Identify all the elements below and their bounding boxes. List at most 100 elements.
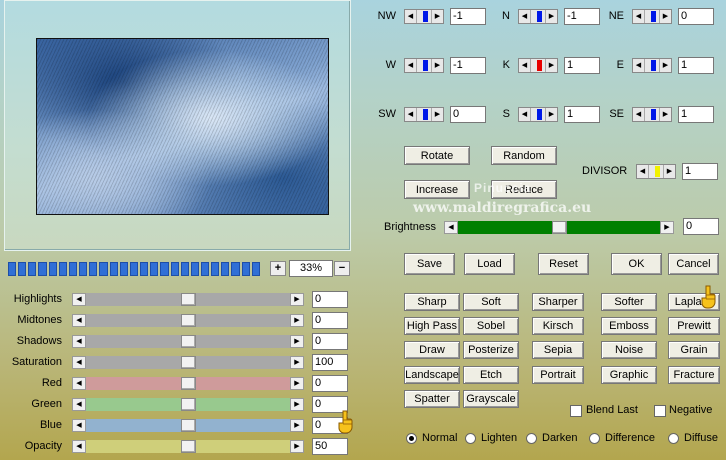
- right-arrow-icon[interactable]: ▶: [545, 10, 557, 23]
- blend-diffuse-radio[interactable]: [668, 433, 679, 444]
- left-arrow-icon[interactable]: ◀: [519, 108, 531, 121]
- matrix-ne-input[interactable]: 0: [678, 8, 714, 25]
- sharper-button[interactable]: Sharper: [532, 293, 584, 311]
- right-arrow-icon[interactable]: ▶: [659, 108, 671, 121]
- red-left-arrow-icon[interactable]: ◀: [72, 377, 86, 390]
- matrix-sw-input[interactable]: 0: [450, 106, 486, 123]
- matrix-nw-input[interactable]: -1: [450, 8, 486, 25]
- highlights-slider[interactable]: [86, 293, 290, 306]
- highlights-right-arrow-icon[interactable]: ▶: [290, 293, 304, 306]
- portrait-button[interactable]: Portrait: [532, 366, 584, 384]
- saturation-thumb[interactable]: [181, 356, 196, 369]
- highlights-left-arrow-icon[interactable]: ◀: [72, 293, 86, 306]
- noise-button[interactable]: Noise: [601, 341, 657, 359]
- right-arrow-icon[interactable]: ▶: [545, 108, 557, 121]
- matrix-se-spinner[interactable]: ◀ ▶: [632, 107, 672, 122]
- right-arrow-icon[interactable]: ▶: [545, 59, 557, 72]
- brightness-value[interactable]: 0: [683, 218, 719, 235]
- right-arrow-icon[interactable]: ▶: [431, 10, 443, 23]
- matrix-s-input[interactable]: 1: [564, 106, 600, 123]
- negative-checkbox[interactable]: [654, 405, 666, 417]
- green-slider[interactable]: [86, 398, 290, 411]
- blue-slider[interactable]: [86, 419, 290, 432]
- blend-normal-radio[interactable]: [406, 433, 417, 444]
- opacity-left-arrow-icon[interactable]: ◀: [72, 440, 86, 453]
- right-arrow-icon[interactable]: ▶: [663, 165, 675, 178]
- brightness-slider[interactable]: [458, 221, 660, 234]
- left-arrow-icon[interactable]: ◀: [405, 59, 417, 72]
- kirsch-button[interactable]: Kirsch: [532, 317, 584, 335]
- reset-button[interactable]: Reset: [538, 253, 589, 275]
- saturation-slider[interactable]: [86, 356, 290, 369]
- sharp-button[interactable]: Sharp: [404, 293, 460, 311]
- matrix-se-input[interactable]: 1: [678, 106, 714, 123]
- blue-thumb[interactable]: [181, 419, 196, 432]
- right-arrow-icon[interactable]: ▶: [431, 59, 443, 72]
- left-arrow-icon[interactable]: ◀: [519, 59, 531, 72]
- opacity-value[interactable]: 50: [312, 438, 348, 455]
- blend-last-checkbox[interactable]: [570, 405, 582, 417]
- opacity-thumb[interactable]: [181, 440, 196, 453]
- preview-image[interactable]: [36, 38, 329, 215]
- blue-left-arrow-icon[interactable]: ◀: [72, 419, 86, 432]
- green-right-arrow-icon[interactable]: ▶: [290, 398, 304, 411]
- etch-button[interactable]: Etch: [463, 366, 519, 384]
- matrix-n-input[interactable]: -1: [564, 8, 600, 25]
- left-arrow-icon[interactable]: ◀: [405, 108, 417, 121]
- matrix-ne-spinner[interactable]: ◀ ▶: [632, 9, 672, 24]
- fracture-button[interactable]: Fracture: [668, 366, 720, 384]
- right-arrow-icon[interactable]: ▶: [659, 10, 671, 23]
- midtones-slider[interactable]: [86, 314, 290, 327]
- rotate-button[interactable]: Rotate: [404, 146, 470, 165]
- matrix-k-input[interactable]: 1: [564, 57, 600, 74]
- save-button[interactable]: Save: [404, 253, 455, 275]
- left-arrow-icon[interactable]: ◀: [633, 108, 645, 121]
- left-arrow-icon[interactable]: ◀: [519, 10, 531, 23]
- matrix-sw-spinner[interactable]: ◀ ▶: [404, 107, 444, 122]
- ok-button[interactable]: OK: [611, 253, 662, 275]
- grain-button[interactable]: Grain: [668, 341, 720, 359]
- brightness-right-arrow-icon[interactable]: ▶: [660, 221, 674, 234]
- spatter-button[interactable]: Spatter: [404, 390, 460, 408]
- blend-difference-radio[interactable]: [589, 433, 600, 444]
- saturation-left-arrow-icon[interactable]: ◀: [72, 356, 86, 369]
- cancel-button[interactable]: Cancel: [668, 253, 719, 275]
- shadows-value[interactable]: 0: [312, 333, 348, 350]
- green-left-arrow-icon[interactable]: ◀: [72, 398, 86, 411]
- prewitt-button[interactable]: Prewitt: [668, 317, 720, 335]
- red-value[interactable]: 0: [312, 375, 348, 392]
- grayscale-button[interactable]: Grayscale: [463, 390, 519, 408]
- midtones-right-arrow-icon[interactable]: ▶: [290, 314, 304, 327]
- zoom-in-button[interactable]: +: [270, 261, 286, 276]
- saturation-value[interactable]: 100: [312, 354, 348, 371]
- shadows-slider[interactable]: [86, 335, 290, 348]
- right-arrow-icon[interactable]: ▶: [659, 59, 671, 72]
- brightness-thumb[interactable]: [552, 221, 567, 234]
- left-arrow-icon[interactable]: ◀: [405, 10, 417, 23]
- highlights-value[interactable]: 0: [312, 291, 348, 308]
- left-arrow-icon[interactable]: ◀: [633, 59, 645, 72]
- emboss-button[interactable]: Emboss: [601, 317, 657, 335]
- blend-lighten-radio[interactable]: [465, 433, 476, 444]
- graphic-button[interactable]: Graphic: [601, 366, 657, 384]
- red-right-arrow-icon[interactable]: ▶: [290, 377, 304, 390]
- sobel-button[interactable]: Sobel: [463, 317, 519, 335]
- matrix-s-spinner[interactable]: ◀ ▶: [518, 107, 558, 122]
- high-pass-button[interactable]: High Pass: [404, 317, 460, 335]
- shadows-thumb[interactable]: [181, 335, 196, 348]
- draw-button[interactable]: Draw: [404, 341, 460, 359]
- left-arrow-icon[interactable]: ◀: [633, 10, 645, 23]
- left-arrow-icon[interactable]: ◀: [637, 165, 649, 178]
- sepia-button[interactable]: Sepia: [532, 341, 584, 359]
- blend-darken-radio[interactable]: [526, 433, 537, 444]
- shadows-right-arrow-icon[interactable]: ▶: [290, 335, 304, 348]
- midtones-thumb[interactable]: [181, 314, 196, 327]
- matrix-k-spinner[interactable]: ◀ ▶: [518, 58, 558, 73]
- matrix-e-spinner[interactable]: ◀ ▶: [632, 58, 672, 73]
- divisor-input[interactable]: 1: [682, 163, 718, 180]
- green-thumb[interactable]: [181, 398, 196, 411]
- blue-right-arrow-icon[interactable]: ▶: [290, 419, 304, 432]
- highlights-thumb[interactable]: [181, 293, 196, 306]
- matrix-w-spinner[interactable]: ◀ ▶: [404, 58, 444, 73]
- red-slider[interactable]: [86, 377, 290, 390]
